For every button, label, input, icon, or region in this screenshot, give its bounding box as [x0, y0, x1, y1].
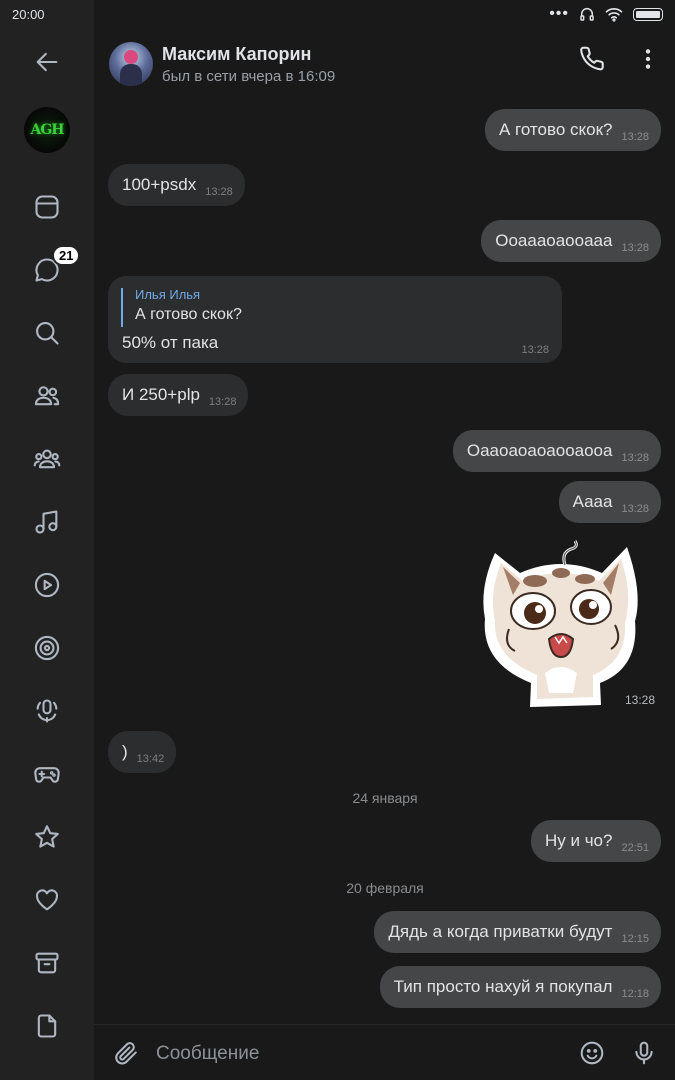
message-text: А готово скок? — [498, 120, 613, 139]
contact-avatar[interactable] — [109, 42, 153, 86]
reply-quoted-text[interactable]: А готово скок? — [135, 306, 242, 324]
message-text: 100+psdx — [122, 175, 197, 194]
message-time: 13:28 — [621, 452, 649, 464]
message-bubble-incoming[interactable]: 100+psdx 13:28 — [108, 164, 245, 206]
message-bubble-outgoing[interactable]: Аааа 13:28 — [558, 481, 661, 523]
status-bar: 20:00 ••• — [0, 0, 675, 28]
wifi-icon — [605, 8, 623, 22]
message-time: 22:51 — [621, 842, 649, 854]
sticker-time: 13:28 — [625, 693, 656, 707]
message-text: И 250+plp — [122, 385, 200, 404]
friends-icon[interactable] — [32, 381, 62, 411]
date-separator: 24 января — [352, 790, 418, 806]
reply-quote-bar — [121, 288, 123, 327]
message-text: Ооаааоаооааа — [495, 231, 613, 250]
message-time: 13:42 — [136, 753, 165, 765]
likes-heart-icon[interactable] — [32, 885, 62, 915]
more-menu-icon[interactable] — [633, 44, 663, 74]
message-bubble-outgoing[interactable]: Ооаааоаооааа 13:28 — [481, 220, 661, 262]
account-avatar-text: AGH — [30, 122, 64, 138]
back-arrow-icon[interactable] — [32, 47, 62, 77]
message-time: 13:28 — [621, 503, 649, 515]
search-icon[interactable] — [32, 318, 62, 348]
message-text: Ну и чо? — [544, 831, 613, 850]
attach-paperclip-icon[interactable] — [112, 1039, 140, 1067]
call-phone-icon[interactable] — [578, 44, 608, 74]
message-text: Оааоаоаоаооаооа — [466, 441, 613, 460]
games-icon[interactable] — [32, 759, 62, 789]
status-icons: ••• — [549, 6, 663, 22]
newsfeed-icon[interactable] — [32, 192, 62, 222]
account-avatar[interactable]: AGH — [24, 107, 70, 153]
status-time: 20:00 — [12, 6, 45, 22]
message-bubble-incoming[interactable]: И 250+plp 13:28 — [108, 374, 249, 416]
message-bubble-outgoing[interactable]: Тип просто нахуй я покупал 12:18 — [379, 966, 661, 1008]
message-composer — [94, 1024, 675, 1080]
emoji-smile-icon[interactable] — [578, 1039, 606, 1067]
bookmarks-star-icon[interactable] — [32, 822, 62, 852]
sidebar: AGH 21 — [0, 0, 94, 1080]
message-bubble-outgoing[interactable]: А готово скок? 13:28 — [484, 109, 661, 151]
message-time: 12:18 — [621, 988, 649, 1000]
reply-author[interactable]: Илья Илья — [135, 287, 200, 302]
message-input[interactable] — [156, 1039, 556, 1069]
microphone-icon[interactable] — [630, 1039, 658, 1067]
message-text: Аааа — [572, 492, 613, 511]
documents-icon[interactable] — [32, 1011, 62, 1041]
message-time: 13:28 — [621, 242, 649, 254]
message-text: Тип просто нахуй я покупал — [393, 977, 613, 996]
message-bubble-reply[interactable]: Илья Илья А готово скок? 50% от пака 13:… — [108, 276, 562, 363]
message-bubble-incoming[interactable]: ) 13:42 — [108, 731, 177, 773]
chat-header: Максим Капорин был в сети вчера в 16:09 — [94, 28, 675, 104]
message-time: 13:28 — [521, 344, 549, 356]
podcasts-icon[interactable] — [32, 696, 62, 726]
notification-dots-icon: ••• — [549, 5, 569, 22]
crying-cat-sticker[interactable] — [475, 533, 647, 709]
message-time: 13:28 — [208, 396, 237, 408]
message-bubble-outgoing[interactable]: Ну и чо? 22:51 — [530, 820, 661, 862]
message-time: 13:28 — [621, 131, 649, 143]
message-text: ) — [122, 742, 128, 761]
message-bubble-outgoing[interactable]: Оааоаоаоаооаооа 13:28 — [452, 430, 661, 472]
contact-name[interactable]: Максим Капорин — [162, 44, 311, 65]
battery-icon — [633, 7, 663, 21]
contact-last-seen: был в сети вчера в 16:09 — [162, 68, 336, 85]
music-icon[interactable] — [32, 507, 62, 537]
message-bubble-outgoing[interactable]: Дядь а когда приватки будут 12:15 — [374, 911, 661, 953]
message-text: 50% от пака — [122, 333, 219, 352]
message-text: Дядь а когда приватки будут — [388, 922, 613, 941]
headphones-status-icon — [580, 8, 594, 21]
clips-icon[interactable] — [32, 633, 62, 663]
message-time: 12:15 — [621, 933, 649, 945]
date-separator: 20 февраля — [346, 880, 424, 896]
video-icon[interactable] — [32, 570, 62, 600]
archive-icon[interactable] — [32, 948, 62, 978]
message-time: 13:28 — [205, 186, 233, 198]
communities-icon[interactable] — [32, 444, 62, 474]
unread-badge: 21 — [52, 245, 81, 266]
